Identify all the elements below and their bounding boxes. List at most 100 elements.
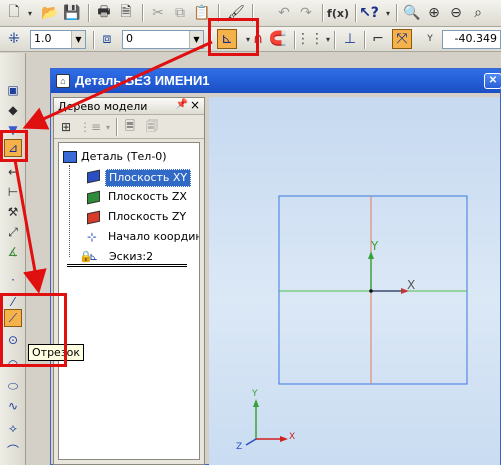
chevron-down-icon[interactable]: ▼	[71, 31, 85, 48]
grid-dropdown-arrow-icon[interactable]: ▾	[318, 29, 338, 49]
model-tree-title: Дерево модели	[58, 100, 148, 113]
drawing-area[interactable]: Y X Y X Z	[209, 97, 500, 465]
geometry-3d-icon[interactable]: ▣	[4, 81, 22, 99]
toolbar-separator	[116, 118, 117, 136]
copy-icon[interactable]: ⧉	[170, 3, 190, 23]
document-properties-icon[interactable]: 🗏	[120, 117, 140, 137]
document-title: Деталь БЕЗ ИМЕНИ1	[75, 73, 210, 88]
select-icon[interactable]: ⤢	[4, 223, 22, 241]
spline-icon[interactable]: ∿	[4, 397, 22, 415]
toolbar-separator	[88, 4, 89, 22]
snap-magnet-icon[interactable]: 🧲	[268, 29, 288, 49]
toolbar-separator	[294, 31, 295, 49]
tree-item-label: Эскиз:2	[109, 250, 154, 263]
mini-z-axis	[245, 438, 257, 446]
zoom-in-icon[interactable]: ⊕	[424, 3, 444, 23]
orthogonal-icon[interactable]: ⌐	[368, 29, 388, 49]
chevron-down-icon[interactable]: ▼	[189, 31, 203, 48]
zoom-window-icon[interactable]: 🔍	[402, 3, 422, 23]
mini-x-label: X	[289, 432, 296, 442]
tree-item-label: Плоскость ZY	[108, 210, 187, 223]
highlight-box-sketch-button	[208, 18, 259, 56]
local-cs-icon[interactable]: ⊥	[340, 29, 360, 49]
compact-panel: ▣ ◆ ▼ ⊿ ↤ ⊢ ⚒ ⤢ ∡ · ⁄ ⟋ ⊙ ◠ ⬭ ∿ ⟡ ⌒	[0, 53, 26, 465]
tree-connector	[69, 165, 70, 257]
tree-item-plane-xy[interactable]: Плоскость XY	[87, 169, 199, 187]
layers-icon[interactable]: ⧈	[97, 29, 117, 49]
point-snap-icon[interactable]: ⁜	[4, 29, 24, 49]
new-dropdown-arrow-icon[interactable]: ▾	[20, 3, 40, 23]
redo-icon[interactable]: ↷	[296, 3, 316, 23]
cut-icon[interactable]: ✂	[148, 3, 168, 23]
help-dropdown-arrow-icon[interactable]: ▾	[378, 3, 398, 23]
tree-structure-icon[interactable]: ⊞	[56, 117, 76, 137]
mini-y-label: Y	[252, 389, 258, 399]
toolbar-separator	[396, 4, 397, 22]
toolbar-separator	[355, 4, 356, 22]
tree-item-plane-zy[interactable]: Плоскость ZY	[87, 209, 199, 227]
sketch-origin	[369, 289, 373, 293]
tree-item-origin[interactable]: ⊹ Начало координа	[87, 229, 199, 247]
mini-x-arrow	[280, 436, 288, 442]
point-icon[interactable]: ·	[4, 271, 22, 289]
model-tree: Деталь (Тел-0) Плоскость XY Плоскость ZX…	[58, 142, 200, 460]
operations-icon[interactable]: ◆	[4, 101, 22, 119]
mini-z-label: Z	[236, 442, 243, 452]
layer-value: 0	[126, 32, 133, 45]
tree-item-plane-zx[interactable]: Плоскость ZX	[87, 189, 199, 207]
sketch-plane-frame	[278, 195, 468, 385]
document-icon: ⌂	[56, 74, 70, 88]
toolbar-separator	[93, 31, 94, 49]
help-icon[interactable]: ↖?	[359, 3, 379, 23]
zoom-fit-icon[interactable]: ⌕	[468, 3, 488, 23]
tree-item-label: Начало координа	[108, 230, 200, 243]
dimensions-icon[interactable]: ↤	[4, 163, 22, 181]
canvas-graphics	[245, 195, 468, 446]
line-width-value: 1.0	[34, 32, 52, 45]
mini-y-arrow	[253, 399, 259, 407]
document-title-bar[interactable]: ⌂ Деталь БЕЗ ИМЕНИ1 ✕	[51, 69, 501, 93]
tree-root[interactable]: Деталь (Тел-0)	[63, 149, 167, 167]
origin-icon: ⊹	[87, 230, 98, 244]
plane-icon	[87, 210, 100, 225]
undo-icon[interactable]: ↶	[274, 3, 294, 23]
tree-view-icon[interactable]: ⋮≡	[79, 117, 101, 137]
highlight-box-geometry-button	[0, 130, 28, 162]
polyline-icon[interactable]: ⟡	[4, 419, 22, 437]
part-icon	[63, 151, 77, 163]
tree-item-sketch[interactable]: 🔒 ⊾ Эскиз:2	[79, 249, 191, 267]
toolbar-separator	[334, 31, 335, 49]
ellipse-icon[interactable]: ⬭	[4, 377, 22, 395]
canvas-x-label: X	[407, 278, 416, 292]
open-folder-icon[interactable]: 📂	[40, 3, 60, 23]
parametric-mode-icon[interactable]: ⤧	[392, 29, 412, 49]
tree-item-label: Плоскость ZX	[108, 190, 187, 203]
function-icon[interactable]: f(x)	[326, 3, 350, 23]
fillet-icon[interactable]: ⌒	[4, 441, 22, 459]
parameterization-icon[interactable]: ⊢	[4, 183, 22, 201]
print-icon[interactable]: 🖶	[94, 3, 114, 23]
line-width-select[interactable]: 1.0 ▼	[30, 30, 86, 49]
highlight-box-segment-tool	[0, 293, 67, 367]
tree-item-label: Плоскость XY	[105, 169, 192, 187]
coordinate-y-label: Y	[427, 34, 433, 44]
model-tree-toolbar: ⊞ ⋮≡ ▾ 🗏 🗐	[54, 115, 204, 139]
close-icon[interactable]: ✕	[484, 73, 501, 89]
tree-view-dropdown-icon[interactable]: ▾	[98, 117, 118, 137]
model-tree-panel: Дерево модели 📌 × ⊞ ⋮≡ ▾ 🗏 🗐 Деталь (Тел…	[53, 97, 205, 465]
plane-icon	[87, 169, 100, 184]
toolbar-separator	[322, 4, 323, 22]
tree-options-icon[interactable]: 🗐	[142, 117, 162, 137]
canvas-y-label: Y	[371, 239, 379, 253]
measure-icon[interactable]: ⚒	[4, 203, 22, 221]
print-preview-icon[interactable]: 🗎	[116, 3, 136, 23]
layer-select[interactable]: 0 ▼	[122, 30, 204, 49]
pin-icon[interactable]: 📌	[176, 99, 188, 110]
coordinate-x-field[interactable]: -40.349	[442, 30, 501, 49]
plane-icon	[87, 190, 100, 205]
grid-icon[interactable]: ⋮⋮	[296, 29, 324, 49]
zoom-out-icon[interactable]: ⊖	[446, 3, 466, 23]
edit-icon[interactable]: ∡	[4, 243, 22, 261]
close-icon[interactable]: ×	[190, 98, 200, 112]
save-icon[interactable]: 💾	[62, 3, 82, 23]
